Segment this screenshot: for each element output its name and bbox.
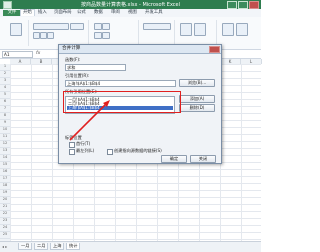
annotation-arrow-icon	[69, 100, 110, 141]
